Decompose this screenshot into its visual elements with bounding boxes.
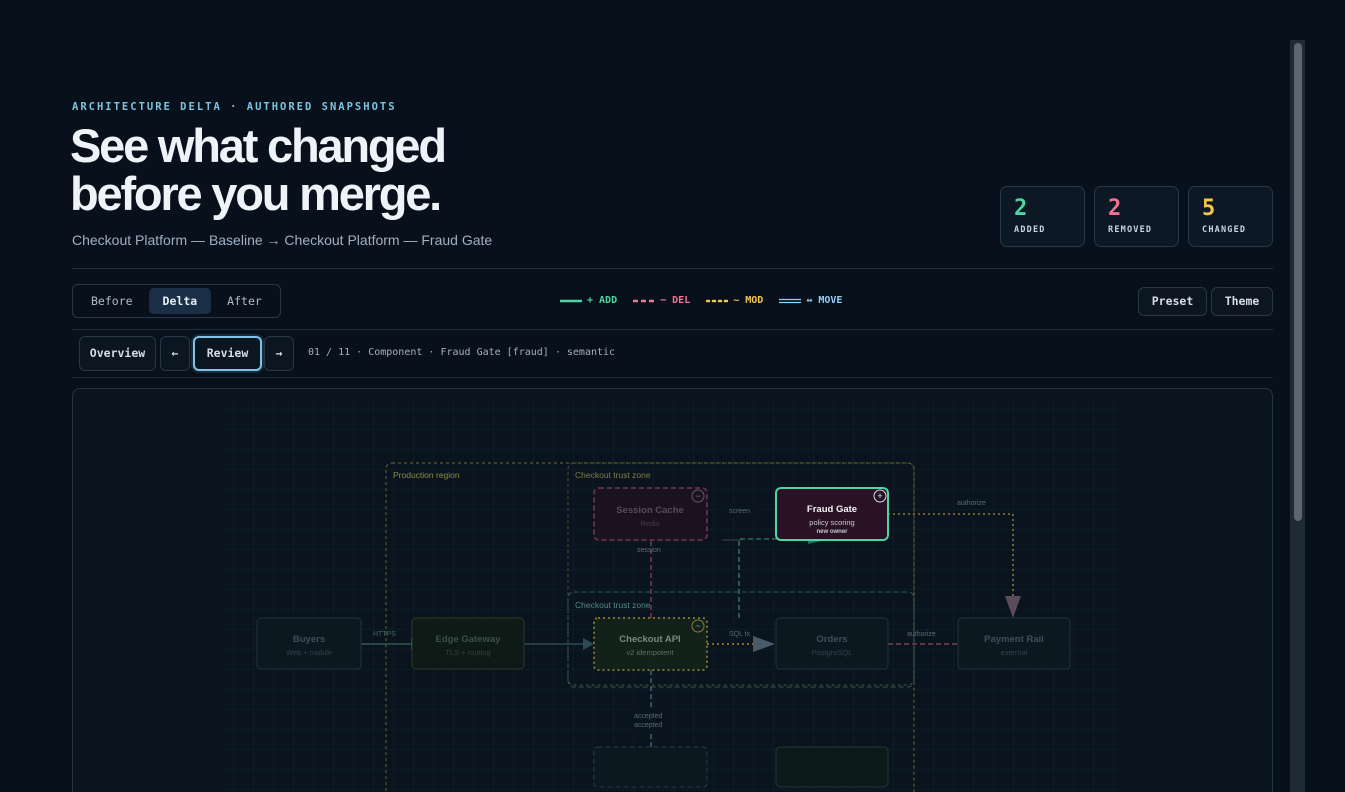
node-session-sub: Redis <box>640 519 659 528</box>
node-bottom-left[interactable] <box>593 746 708 788</box>
edge-accepted-label-2: accepted <box>634 722 663 729</box>
header-divider <box>72 268 1273 269</box>
stat-changed-label: CHANGED <box>1202 225 1247 235</box>
production-zone-label: Production region <box>393 470 460 480</box>
node-session-del-badge-text: − <box>695 491 700 501</box>
next-change-button[interactable]: → <box>264 336 294 371</box>
stat-changed-value: 5 <box>1202 196 1216 221</box>
node-fraud-gate[interactable]: Fraud Gate policy scoring new owner + <box>775 487 889 541</box>
node-checkout-title: Checkout API <box>619 634 680 645</box>
trust-zone-top-label: Checkout trust zone <box>575 470 651 480</box>
nav-divider <box>72 377 1273 378</box>
node-orders[interactable]: Orders PostgreSQL <box>775 617 889 670</box>
overview-button[interactable]: Overview <box>79 336 156 371</box>
view-after-button[interactable]: After <box>213 288 276 314</box>
node-session-title: Session Cache <box>616 505 684 516</box>
prev-change-button[interactable]: ← <box>160 336 190 371</box>
edge-accepted-label-1: accepted <box>634 713 663 720</box>
node-payment-sub: external <box>1001 648 1028 657</box>
review-breadcrumb: 01 / 11 · Component · Fraud Gate [fraud]… <box>308 347 616 358</box>
page-title: See what changed before you merge. <box>70 119 447 220</box>
node-edge-sub: TLS + routing <box>445 648 490 657</box>
legend-move-swatch <box>779 298 802 303</box>
view-mode-toggle: Before Delta After <box>72 284 281 318</box>
node-buyers-sub: Web + mobile <box>286 648 332 657</box>
edge-authorize-top-label: authorize <box>957 500 986 507</box>
node-fraud-add-badge-text: + <box>877 491 882 501</box>
node-buyers-title: Buyers <box>293 634 325 645</box>
node-payment-rail[interactable]: Payment Rail external <box>957 617 1071 670</box>
node-checkout-sub: v2 idempotent <box>626 648 674 657</box>
legend-del-label: − DEL <box>660 295 691 306</box>
headline-line-1: See what changed <box>70 119 447 172</box>
node-orders-title: Orders <box>816 634 847 645</box>
stat-added: 2 ADDED <box>1000 186 1085 247</box>
node-fraud-title: Fraud Gate <box>807 504 857 515</box>
legend-add-label: + ADD <box>587 295 618 306</box>
node-edge-gateway[interactable]: Edge Gateway TLS + routing <box>411 617 525 670</box>
grid-background <box>223 401 1123 792</box>
edge-screen-label: screen <box>729 508 750 515</box>
node-bottom-right[interactable] <box>775 746 889 788</box>
legend-mod-label: ~ MOD <box>733 295 764 306</box>
edge-session-label: session <box>637 547 661 554</box>
stat-added-label: ADDED <box>1014 225 1046 235</box>
node-checkout-mod-badge-text: ~ <box>695 621 700 631</box>
toolbar-divider <box>72 329 1273 330</box>
node-session-cache[interactable]: Session Cache Redis − <box>593 487 708 541</box>
legend-del: − DEL <box>633 295 690 306</box>
view-before-button[interactable]: Before <box>77 288 147 314</box>
node-fraud-sub: policy scoring <box>809 518 854 527</box>
node-checkout-api[interactable]: Checkout API v2 idempotent ~ <box>593 617 708 671</box>
legend-mod-swatch <box>706 299 729 302</box>
snapshot-subtitle: Checkout Platform — Baseline → Checkout … <box>72 232 493 248</box>
view-delta-button[interactable]: Delta <box>148 288 212 314</box>
node-orders-sub: PostgreSQL <box>812 648 853 657</box>
legend-move-label: ↔ MOVE <box>806 295 843 306</box>
node-fraud-note: new owner <box>816 529 848 535</box>
headline-line-2: before you merge. <box>70 167 442 220</box>
theme-button[interactable]: Theme <box>1211 287 1273 316</box>
legend-move: ↔ MOVE <box>779 295 842 306</box>
diagram-svg: Production region Checkout trust zone Ch… <box>223 401 1123 792</box>
preset-button[interactable]: Preset <box>1138 287 1207 316</box>
legend-add-swatch <box>560 299 582 302</box>
node-buyers[interactable]: Buyers Web + mobile <box>256 617 362 670</box>
trust-zone-mid-label: Checkout trust zone <box>575 600 651 610</box>
delta-stats: 2 ADDED 2 REMOVED 5 CHANGED <box>1000 186 1273 247</box>
legend-del-swatch <box>633 299 656 302</box>
node-payment-title: Payment Rail <box>984 634 1044 645</box>
legend-add: + ADD <box>560 295 617 306</box>
node-edge-title: Edge Gateway <box>436 634 502 645</box>
eyebrow: ARCHITECTURE DELTA · AUTHORED SNAPSHOTS <box>72 101 397 113</box>
stat-removed-label: REMOVED <box>1108 225 1153 235</box>
delta-legend: + ADD − DEL ~ MOD ↔ MOVE <box>560 295 842 306</box>
diagram-canvas[interactable]: Production region Checkout trust zone Ch… <box>72 388 1273 792</box>
stat-added-value: 2 <box>1014 196 1028 221</box>
page-scrollbar-thumb[interactable] <box>1294 43 1302 521</box>
review-button[interactable]: Review <box>193 336 262 371</box>
legend-mod: ~ MOD <box>706 295 763 306</box>
edge-sql-label: SQL tx <box>729 631 751 638</box>
edge-authorize-label: authorize <box>907 631 936 638</box>
stat-removed-value: 2 <box>1108 196 1122 221</box>
edge-https-label: HTTPS <box>373 631 396 638</box>
stat-removed: 2 REMOVED <box>1094 186 1179 247</box>
stat-changed: 5 CHANGED <box>1188 186 1273 247</box>
